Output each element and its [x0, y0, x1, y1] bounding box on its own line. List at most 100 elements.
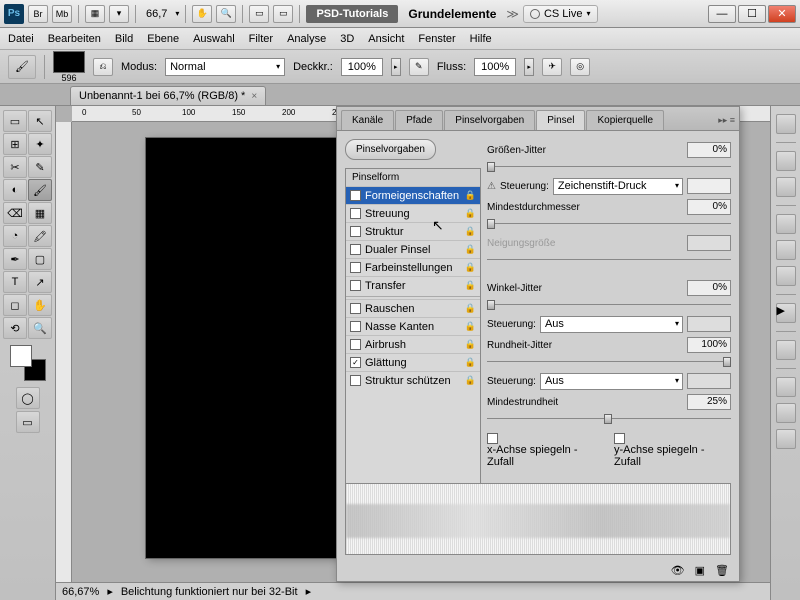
control-select-1[interactable]: Zeichenstift-Druck [553, 178, 683, 195]
list-item[interactable]: Nasse Kanten🔒 [346, 317, 480, 335]
checkbox[interactable] [350, 262, 361, 273]
tool-10[interactable]: ◔ [3, 225, 27, 247]
checkbox[interactable] [350, 339, 361, 350]
dock-play-icon[interactable]: ▶ [776, 303, 796, 323]
hand-btn[interactable]: ✋ [192, 5, 212, 23]
list-item[interactable]: Struktur🔒 [346, 222, 480, 240]
tool-17[interactable]: ✋ [28, 294, 52, 316]
close-btn[interactable]: ✕ [768, 5, 796, 23]
checkbox[interactable] [350, 280, 361, 291]
lock-icon[interactable]: 🔒 [465, 262, 476, 273]
dock-channels-icon[interactable] [776, 403, 796, 423]
list-item[interactable]: ✓Glättung🔒 [346, 353, 480, 371]
size-jitter-slider[interactable] [487, 162, 731, 172]
min-diameter-value[interactable]: 0% [687, 199, 731, 215]
minibridge-btn[interactable]: Mb [52, 5, 72, 23]
list-item[interactable]: Struktur schützen🔒 [346, 371, 480, 389]
list-item[interactable]: Farbeinstellungen🔒 [346, 258, 480, 276]
flip-y-checkbox[interactable]: y-Achse spiegeln - Zufall [614, 433, 731, 468]
lock-icon[interactable]: 🔒 [465, 321, 476, 332]
lock-icon[interactable]: 🔒 [465, 280, 476, 291]
dock-icon-3[interactable] [776, 266, 796, 286]
tool-4[interactable]: ✂ [3, 156, 27, 178]
dock-hist-icon[interactable] [776, 340, 796, 360]
tool-6[interactable]: ◐ [3, 179, 27, 201]
dock-mask-icon[interactable] [776, 177, 796, 197]
lock-icon[interactable]: 🔒 [465, 303, 476, 314]
flow-flyout[interactable]: ▸ [524, 58, 534, 76]
brush-tool-indicator[interactable]: 🖌 [8, 55, 36, 79]
checkbox[interactable] [350, 226, 361, 237]
screenmode-tool[interactable]: ▭ [16, 411, 40, 433]
menu-fenster[interactable]: Fenster [418, 33, 455, 45]
flow-input[interactable]: 100% [474, 58, 516, 76]
dock-swatches-icon[interactable] [776, 240, 796, 260]
angle-jitter-value[interactable]: 0% [687, 280, 731, 296]
zoom-value[interactable]: 66,7 [142, 8, 171, 20]
lock-icon[interactable]: 🔒 [465, 226, 476, 237]
zoom-btn[interactable]: 🔍 [216, 5, 236, 23]
menu-hilfe[interactable]: Hilfe [470, 33, 492, 45]
quickmask-btn[interactable]: ◯ [16, 387, 40, 409]
canvas[interactable] [146, 138, 346, 558]
list-item[interactable]: ✓Formeigenschaften🔒 [346, 186, 480, 204]
tool-15[interactable]: ↗ [28, 271, 52, 293]
tool-11[interactable]: 🖍 [28, 225, 52, 247]
checkbox[interactable] [350, 208, 361, 219]
dock-styles-icon[interactable] [776, 214, 796, 234]
list-item[interactable]: Dualer Pinsel🔒 [346, 240, 480, 258]
new-preset-icon[interactable]: ▣ [695, 564, 705, 577]
opacity-input[interactable]: 100% [341, 58, 383, 76]
checkbox[interactable] [350, 303, 361, 314]
cslive-btn[interactable]: CS Live▾ [523, 5, 598, 23]
color-swatches[interactable] [10, 345, 46, 381]
size-jitter-value[interactable]: 0% [687, 142, 731, 158]
screenmode-btn[interactable]: ▭ [273, 5, 293, 23]
checkbox[interactable] [350, 321, 361, 332]
lock-icon[interactable]: 🔒 [465, 190, 476, 201]
menu-bild[interactable]: Bild [115, 33, 133, 45]
menu-datei[interactable]: Datei [8, 33, 34, 45]
tab-close-icon[interactable]: × [251, 91, 257, 102]
lock-icon[interactable]: 🔒 [465, 357, 476, 368]
lock-icon[interactable]: 🔒 [465, 375, 476, 386]
checkbox[interactable] [350, 244, 361, 255]
mode-select[interactable]: Normal [165, 58, 285, 76]
bridge-btn[interactable]: Br [28, 5, 48, 23]
panel-tab-pfade[interactable]: Pfade [395, 110, 443, 130]
checkbox[interactable]: ✓ [350, 190, 361, 201]
tool-16[interactable]: ◻ [3, 294, 27, 316]
tool-7[interactable]: 🖌 [28, 179, 52, 201]
menu-filter[interactable]: Filter [249, 33, 273, 45]
menu-ebene[interactable]: Ebene [147, 33, 179, 45]
tool-13[interactable]: ▢ [28, 248, 52, 270]
tablet-pressure-btn[interactable]: ◎ [570, 58, 590, 76]
list-item[interactable]: Streuung🔒 [346, 204, 480, 222]
status-zoom[interactable]: 66,67% [62, 586, 99, 598]
roundness-jitter-value[interactable]: 100% [687, 337, 731, 353]
list-item[interactable]: Transfer🔒 [346, 276, 480, 294]
maximize-btn[interactable]: ☐ [738, 5, 766, 23]
control-select-3[interactable]: Aus [540, 373, 683, 390]
tool-12[interactable]: ✒ [3, 248, 27, 270]
airbrush-btn[interactable]: ✈ [542, 58, 562, 76]
tool-0[interactable]: ▭ [3, 110, 27, 132]
lock-icon[interactable]: 🔒 [465, 208, 476, 219]
tool-2[interactable]: ⊞ [3, 133, 27, 155]
tool-8[interactable]: ⌫ [3, 202, 27, 224]
view-btn2[interactable]: ▾ [109, 5, 129, 23]
tool-3[interactable]: ✦ [28, 133, 52, 155]
panel-tab-kopierquelle[interactable]: Kopierquelle [586, 110, 664, 130]
opacity-flyout[interactable]: ▸ [391, 58, 401, 76]
flip-x-checkbox[interactable]: x-Achse spiegeln - Zufall [487, 433, 604, 468]
tool-19[interactable]: 🔍 [28, 317, 52, 339]
canvas-area[interactable]: 050100150200250300 66,67% ▸ Belichtung f… [56, 106, 770, 600]
dock-layers-icon[interactable] [776, 377, 796, 397]
checkbox[interactable] [350, 375, 361, 386]
brush-presets-btn[interactable]: Pinselvorgaben [345, 139, 436, 160]
tool-1[interactable]: ↖ [28, 110, 52, 132]
chevron-right-icon[interactable]: ≫ [506, 7, 519, 21]
panel-menu-icon[interactable]: ▸▸ ≡ [714, 111, 739, 130]
list-item[interactable]: Airbrush🔒 [346, 335, 480, 353]
list-item[interactable]: Rauschen🔒 [346, 299, 480, 317]
